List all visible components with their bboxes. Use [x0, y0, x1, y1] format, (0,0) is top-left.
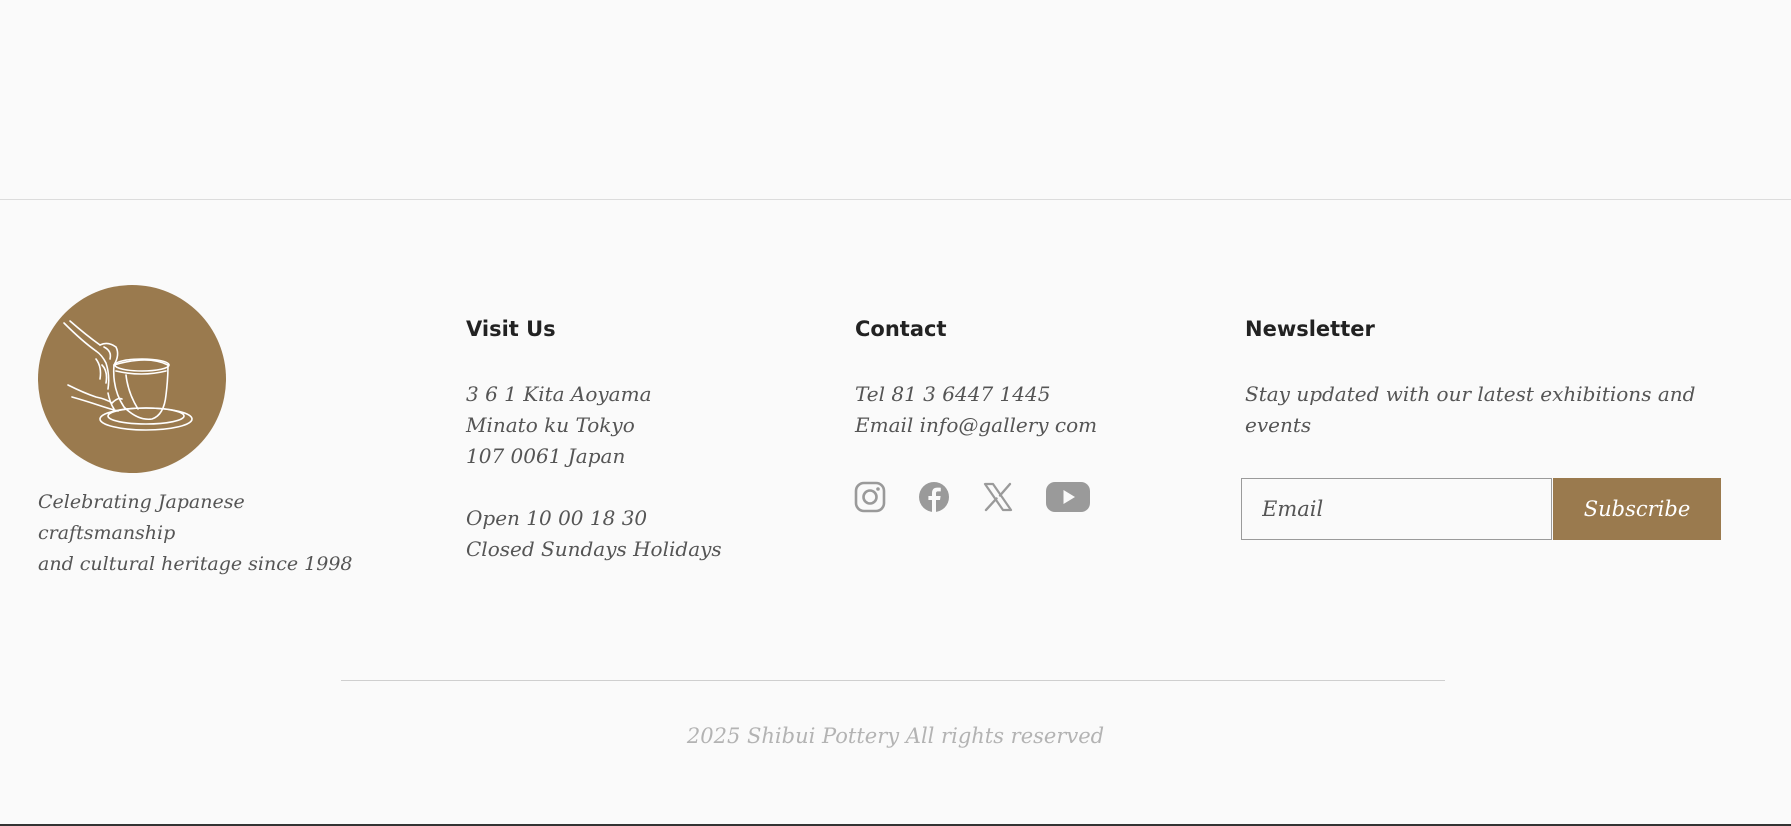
footer-top-divider: [0, 199, 1791, 200]
facebook-icon[interactable]: [917, 480, 951, 514]
newsletter-email-input[interactable]: [1241, 478, 1552, 540]
newsletter-description: Stay updated with our latest exhibitions…: [1245, 382, 1696, 437]
subscribe-button[interactable]: Subscribe: [1553, 478, 1721, 540]
youtube-icon[interactable]: [1045, 480, 1091, 514]
tagline-line-2: and cultural heritage since 1998: [38, 553, 353, 575]
contact-tel[interactable]: Tel 81 3 6447 1445: [855, 379, 1155, 410]
contact-email[interactable]: Email info@gallery com: [855, 410, 1155, 441]
pottery-wheel-hands-icon: [63, 320, 193, 431]
address-line-2: Minato ku Tokyo: [466, 413, 635, 437]
newsletter-section: Newsletter Stay updated with our latest …: [1245, 313, 1725, 441]
footer-bottom-divider: [341, 680, 1445, 681]
tagline-line-1: Celebrating Japanese craftsmanship: [38, 491, 245, 544]
instagram-icon[interactable]: [853, 480, 887, 514]
address-line-1: 3 6 1 Kita Aoyama: [466, 382, 652, 406]
newsletter-heading: Newsletter: [1245, 317, 1375, 341]
opening-hours: Open 10 00 18 30: [466, 506, 648, 530]
social-links: [853, 477, 1091, 517]
brand-logo[interactable]: [38, 285, 226, 473]
brand-tagline: Celebrating Japanese craftsmanship and c…: [38, 487, 378, 580]
address-line-3: 107 0061 Japan: [466, 444, 626, 468]
visit-section: Visit Us 3 6 1 Kita Aoyama Minato ku Tok…: [466, 313, 806, 565]
page-top-area: [0, 0, 1791, 199]
x-icon[interactable]: [981, 480, 1015, 514]
copyright-text: 2025 Shibui Pottery All rights reserved: [686, 724, 1105, 748]
closed-days: Closed Sundays Holidays: [466, 537, 722, 561]
visit-heading: Visit Us: [466, 317, 556, 341]
contact-section: Contact Tel 81 3 6447 1445 Email info@ga…: [855, 313, 1155, 441]
contact-heading: Contact: [855, 317, 947, 341]
